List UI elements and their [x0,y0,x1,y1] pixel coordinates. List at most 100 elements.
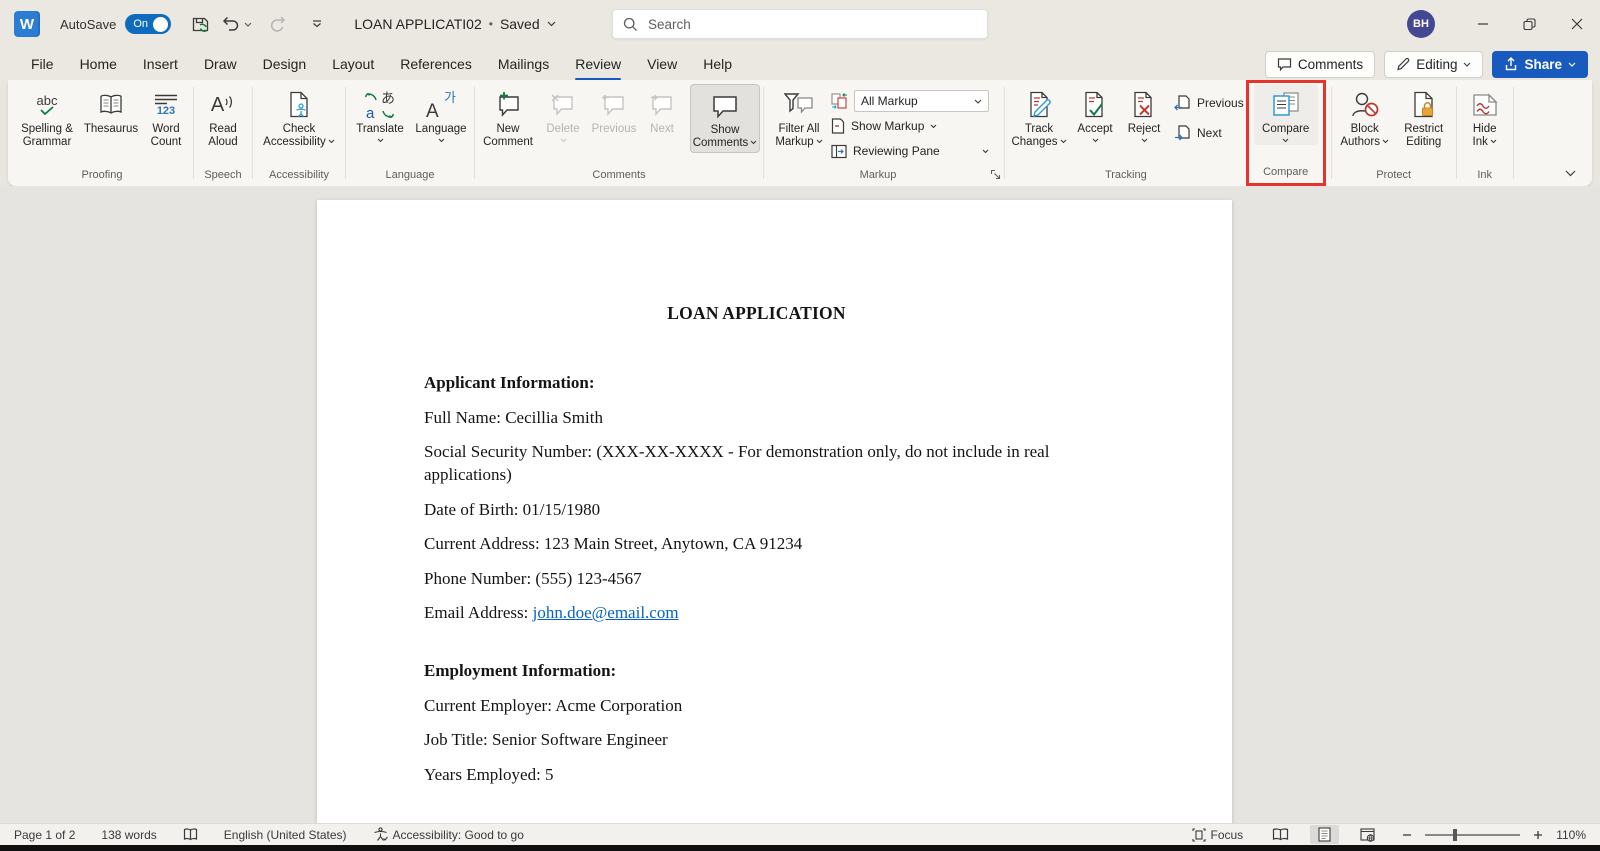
block-authors-icon [1351,89,1379,121]
group-separator [1513,87,1514,179]
show-comments-button[interactable]: Show Comments [690,84,760,153]
web-layout-button[interactable] [1352,826,1383,844]
filter-all-markup-button[interactable]: Filter All Markup [767,84,831,151]
document-paragraph: Job Title: Senior Software Engineer [424,728,1089,751]
share-button[interactable]: Share [1492,51,1588,78]
word-count-indicator[interactable]: 138 words [101,828,156,842]
save-icon[interactable] [185,9,215,39]
search-input[interactable]: Search [612,9,988,39]
tab-design[interactable]: Design [250,51,320,77]
document-paragraph: Date of Birth: 01/15/1980 [424,498,1089,521]
page-indicator[interactable]: Page 1 of 2 [14,828,75,842]
ribbon-tab-bar: File Home Insert Draw Design Layout Refe… [0,48,1600,80]
read-aloud-button[interactable]: A Read Aloud [197,84,249,151]
group-separator [474,87,475,179]
tab-home[interactable]: Home [67,51,130,77]
delete-comment-icon [550,89,576,121]
zoom-out-button[interactable] [1402,830,1412,840]
accessibility-indicator[interactable]: Accessibility: Good to go [373,827,524,842]
undo-dropdown-icon[interactable] [244,22,252,27]
show-markup-dropdown[interactable]: Show Markup [831,115,989,137]
display-for-review-select[interactable]: All Markup [854,90,989,112]
reviewing-pane-icon [831,144,847,159]
read-mode-button[interactable] [1264,826,1297,843]
pencil-icon [1396,57,1410,71]
document-heading: LOAN APPLICATION [424,303,1089,324]
zoom-slider-thumb[interactable] [1453,829,1457,841]
reviewing-pane-button[interactable]: Reviewing Pane [831,140,989,162]
account-avatar[interactable]: BH [1407,10,1435,38]
tab-references[interactable]: References [387,51,485,77]
proofing-status-icon[interactable] [183,828,198,841]
focus-icon [1192,828,1206,842]
compare-icon [1271,89,1301,121]
zoom-in-button[interactable] [1533,830,1543,840]
block-authors-button[interactable]: Block Authors [1335,84,1395,151]
chevron-down-icon [438,138,445,143]
email-link[interactable]: john.doe@email.com [533,603,679,622]
translate-button[interactable]: あ a Translate [349,84,411,145]
language-button[interactable]: A 가 Language [411,84,471,145]
email-paragraph: Email Address: john.doe@email.com [424,601,1089,624]
collapse-ribbon-icon[interactable] [1565,170,1576,177]
autosave-label: AutoSave [60,17,116,32]
group-language: あ a Translate A 가 Language [349,84,471,186]
new-comment-button[interactable]: New Comment [478,84,538,151]
track-changes-button[interactable]: Track Changes [1008,84,1070,151]
previous-change-button[interactable]: Previous [1174,92,1244,114]
restore-button[interactable] [1506,0,1553,48]
next-comment-icon [649,89,675,121]
language-icon: A 가 [426,89,456,121]
check-accessibility-button[interactable]: Check Accessibility [256,84,342,151]
minimize-button[interactable] [1459,0,1506,48]
spelling-grammar-button[interactable]: abc Spelling & Grammar [14,84,80,151]
delete-comment-button: Delete [538,84,588,145]
undo-button[interactable] [219,9,243,39]
document-paragraph: Phone Number: (555) 123-4567 [424,567,1089,590]
word-count-button[interactable]: 123 Word Count [142,84,190,151]
tab-view[interactable]: View [634,51,690,77]
hide-ink-button[interactable]: Hide Ink [1460,84,1510,151]
comments-button[interactable]: Comments [1265,51,1375,78]
group-tracking: Track Changes Accept Reject Previous [1008,84,1244,186]
thesaurus-button[interactable]: Thesaurus [80,84,142,138]
tab-help[interactable]: Help [690,51,745,77]
tab-draw[interactable]: Draw [191,51,250,77]
compare-button[interactable]: Compare [1254,84,1318,145]
customize-quick-access-icon[interactable] [302,9,332,39]
focus-mode-button[interactable]: Focus [1192,828,1244,842]
document-paragraph: Current Address: 123 Main Street, Anytow… [424,532,1089,555]
group-label-comments: Comments [478,169,760,186]
zoom-level[interactable]: 110% [1556,828,1586,842]
tab-mailings[interactable]: Mailings [485,51,562,77]
group-protect: Block Authors Restrict Editing Protect [1335,84,1453,186]
next-change-button[interactable]: Next [1174,122,1244,144]
reject-button[interactable]: Reject [1120,84,1168,145]
word-app-icon[interactable]: W [14,11,40,37]
document-page[interactable]: LOAN APPLICATION Applicant Information: … [317,200,1232,823]
chevron-down-icon [1463,62,1471,67]
editing-mode-dropdown[interactable]: Editing [1384,51,1483,78]
language-indicator[interactable]: English (United States) [224,828,347,842]
tab-layout[interactable]: Layout [319,51,387,77]
group-label-proofing: Proofing [14,169,190,186]
zoom-slider[interactable] [1425,834,1520,836]
show-comments-icon [710,90,740,122]
markup-dialog-launcher-icon[interactable] [990,169,1002,181]
autosave-toggle[interactable]: On [125,14,171,34]
next-comment-button: Next [640,84,684,138]
document-title[interactable]: LOAN APPLICATI02 • Saved [354,16,555,32]
restrict-editing-button[interactable]: Restrict Editing [1395,84,1453,151]
new-comment-icon [494,89,522,121]
redo-button [262,9,292,39]
tab-file[interactable]: File [18,51,67,77]
title-chevron-icon [547,21,556,27]
close-button[interactable] [1553,0,1600,48]
tab-insert[interactable]: Insert [130,51,191,77]
group-separator [1004,87,1005,179]
print-layout-button[interactable] [1310,825,1339,844]
accept-button[interactable]: Accept [1070,84,1120,145]
document-paragraph: Current Employer: Acme Corporation [424,694,1089,717]
translate-icon: あ a [365,89,395,121]
tab-review[interactable]: Review [562,51,634,77]
